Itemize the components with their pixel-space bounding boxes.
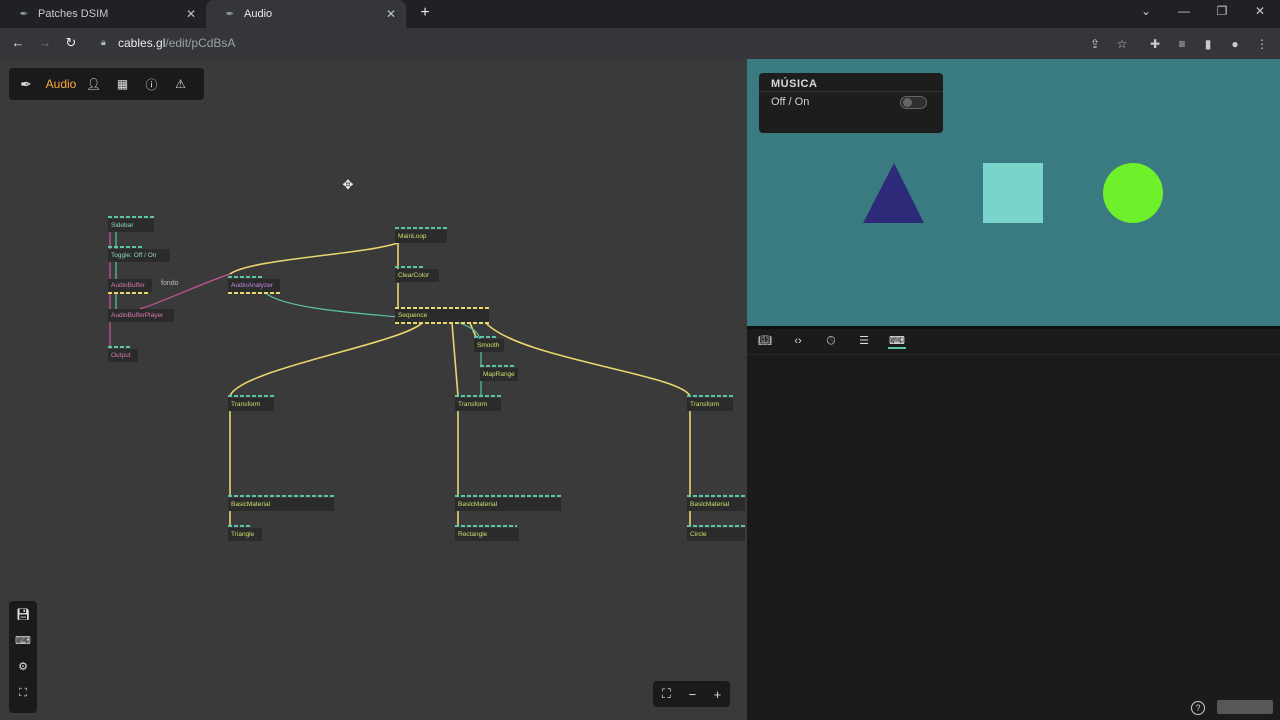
wire-sequence-transform3 <box>485 322 691 397</box>
watermark-logo <box>1217 700 1273 714</box>
wire-analyzer-sequence <box>264 291 399 318</box>
op-mainloop[interactable]: MainLoop <box>395 230 447 243</box>
address-bar[interactable]: 🔒︎ cables.gl/edit/pCdBsA <box>90 31 1140 56</box>
op-transform-triangle[interactable]: Transform <box>228 398 274 411</box>
op-smooth[interactable]: Smooth <box>474 339 504 352</box>
op-transform-circle[interactable]: Transform <box>687 398 733 411</box>
bookmark-star-icon[interactable]: ☆ <box>1114 36 1130 52</box>
close-tab-icon[interactable]: ✕ <box>386 7 396 21</box>
circle-shape <box>1103 163 1163 223</box>
op-circle[interactable]: Circle <box>687 528 745 541</box>
media-control-icon[interactable]: ≡ <box>1174 36 1190 52</box>
op-toggle[interactable]: Toggle: Off / On <box>108 249 170 262</box>
save-icon[interactable]: 💾︎ <box>9 604 37 626</box>
zoom-fit-icon[interactable]: ⛶ <box>662 686 671 702</box>
settings-gear-icon[interactable]: ⚙ <box>9 656 37 678</box>
patch-editor[interactable]: ✒ Audio 👤︎ ▦ ⓘ ⚠ ✥ Sidebar Toggle: Off /… <box>0 59 747 720</box>
lock-icon: 🔒︎ <box>101 37 106 47</box>
forward-icon[interactable]: → <box>37 35 53 51</box>
share-icon[interactable]: ⇪ <box>1087 36 1103 52</box>
zoom-out-button[interactable]: − <box>688 687 696 702</box>
op-basicmaterial-rectangle[interactable]: BasicMaterial <box>455 498 561 511</box>
music-toggle[interactable] <box>900 96 927 109</box>
render-canvas[interactable]: MÚSICA Off / On <box>747 59 1280 326</box>
op-transform-rectangle[interactable]: Transform <box>455 398 501 411</box>
extensions-puzzle-icon[interactable]: ✚ <box>1147 36 1163 52</box>
zoom-controls: ⛶ − + <box>653 681 730 707</box>
back-icon[interactable]: ← <box>10 35 26 51</box>
fullscreen-icon[interactable]: ⛶ <box>9 682 37 704</box>
op-clearcolor[interactable]: ClearColor <box>395 269 439 282</box>
minimize-icon[interactable]: — <box>1174 4 1194 18</box>
cables-favicon-icon: ✒ <box>225 8 235 20</box>
patch-wires <box>109 231 691 526</box>
toggle-label: Off / On <box>771 96 810 108</box>
maximize-icon[interactable]: ❐ <box>1212 4 1232 18</box>
square-shape <box>983 163 1043 223</box>
reload-icon[interactable]: ↻ <box>63 35 79 51</box>
op-maprange[interactable]: MapRange <box>480 368 518 381</box>
wire-sequence-transform2 <box>451 322 459 397</box>
op-audiobuffer[interactable]: AudioBuffer <box>108 279 152 292</box>
info-panel: 📖︎ ‹› 🕓︎ ☰ ⌨ ? <box>747 329 1280 720</box>
browser-tab-patches[interactable]: ✒ Patches DSIM ✕ <box>0 0 206 28</box>
op-basicmaterial-triangle[interactable]: BasicMaterial <box>228 498 334 511</box>
tab-title: Patches DSIM <box>38 8 109 20</box>
cables-favicon-icon: ✒ <box>19 8 29 20</box>
comment-fondo: fondo <box>161 280 179 287</box>
url-text: cables.gl/edit/pCdBsA <box>118 36 236 50</box>
op-rectangle[interactable]: Rectangle <box>455 528 519 541</box>
side-panel-icon[interactable]: ▮ <box>1200 36 1216 52</box>
zoom-in-button[interactable]: + <box>714 687 722 702</box>
op-output[interactable]: Output <box>108 349 138 362</box>
code-icon[interactable]: ‹› <box>789 333 807 349</box>
wire-mainloop-audioanalyzer <box>229 242 399 275</box>
keyboard-tab-icon[interactable]: ⌨ <box>888 333 906 349</box>
op-triangle[interactable]: Triangle <box>228 528 262 541</box>
timeline-clock-icon[interactable]: 🕓︎ <box>822 333 840 349</box>
op-audiobufferplayer[interactable]: AudioBufferPlayer <box>108 309 174 322</box>
tab-search-icon[interactable]: ⌄ <box>1136 4 1156 18</box>
help-circle-icon[interactable]: ? <box>1191 701 1205 715</box>
browser-tab-audio[interactable]: ✒ Audio ✕ <box>206 0 406 28</box>
tab-title: Audio <box>244 8 273 20</box>
wire-sequence-transform1 <box>229 322 423 397</box>
toggle-knob <box>903 98 912 107</box>
op-basicmaterial-circle[interactable]: BasicMaterial <box>687 498 745 511</box>
list-icon[interactable]: ☰ <box>855 333 873 349</box>
browser-tab-bar: ✒ Patches DSIM ✕ ✒ Audio ✕ + ⌄ — ❐ ✕ <box>0 0 1280 28</box>
triangle-shape <box>863 163 924 223</box>
keyboard-icon[interactable]: ⌨ <box>9 630 37 652</box>
sidebar-gui-panel: MÚSICA Off / On <box>759 73 943 133</box>
op-audioanalyzer[interactable]: AudioAnalyzer <box>228 279 280 292</box>
docs-book-icon[interactable]: 📖︎ <box>756 333 774 349</box>
close-tab-icon[interactable]: ✕ <box>186 7 196 21</box>
profile-icon[interactable]: ● <box>1227 36 1243 52</box>
new-tab-button[interactable]: + <box>416 4 434 22</box>
op-sidebar[interactable]: Sidebar <box>108 219 154 232</box>
op-sequence[interactable]: Sequence <box>395 309 489 322</box>
panel-tabs: 📖︎ ‹› 🕓︎ ☰ ⌨ <box>747 329 1280 355</box>
gui-title: MÚSICA <box>771 78 818 90</box>
browser-menu-icon[interactable]: ⋮ <box>1254 36 1270 52</box>
close-window-icon[interactable]: ✕ <box>1250 4 1270 18</box>
editor-side-tools: 💾︎ ⌨ ⚙ ⛶ <box>9 601 37 713</box>
browser-toolbar: ← → ↻ 🔒︎ cables.gl/edit/pCdBsA ⇪ ☆ ✚ ≡ ▮… <box>0 28 1280 59</box>
wire-player-analyzer <box>139 273 231 310</box>
